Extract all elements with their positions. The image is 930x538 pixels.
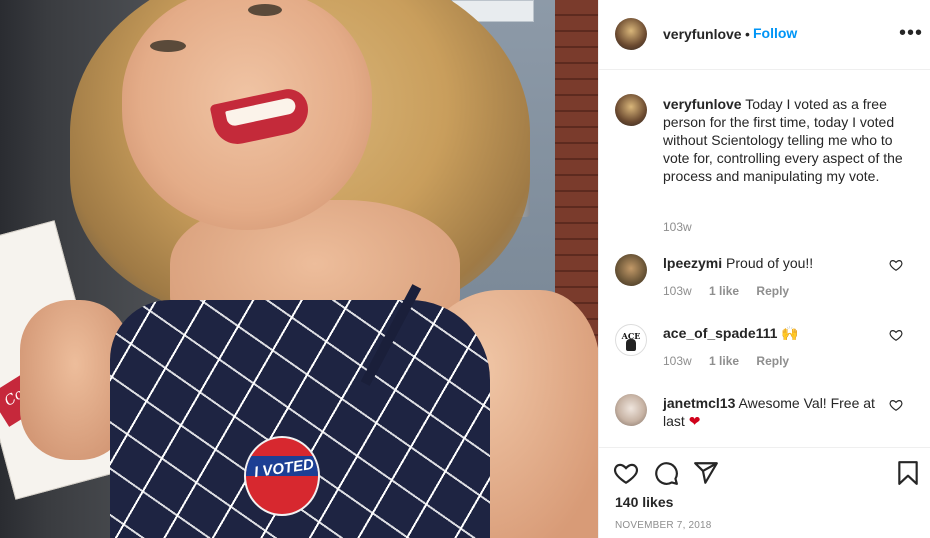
- author-username[interactable]: veryfunlove: [663, 26, 742, 42]
- commenter-avatar[interactable]: [615, 254, 647, 286]
- caption-time[interactable]: 103w: [663, 220, 692, 234]
- caption-body: veryfunlove Today I voted as a free pers…: [663, 95, 913, 185]
- comment-likes[interactable]: 1 like: [709, 284, 739, 298]
- comment-item: lpeezymi Proud of you!! 103w 1 like Repl…: [615, 254, 915, 314]
- comments-list[interactable]: veryfunlove Today I voted as a free pers…: [599, 70, 930, 446]
- voted-sticker: I VOTED: [244, 436, 320, 516]
- heart-icon[interactable]: [613, 460, 639, 486]
- comment-meta: 103w 1 like Reply: [663, 284, 803, 298]
- bookmark-icon[interactable]: [895, 460, 921, 486]
- more-options-icon[interactable]: •••: [899, 22, 923, 45]
- caption-avatar[interactable]: [615, 94, 647, 126]
- comment-time[interactable]: 103w: [663, 354, 692, 368]
- follow-button[interactable]: Follow: [753, 25, 797, 41]
- header-separator: •: [745, 26, 750, 42]
- comment-like-heart-icon[interactable]: [889, 328, 903, 342]
- post-side-panel: veryfunlove • Follow ••• veryfunlove Tod…: [598, 0, 930, 538]
- photo-eye-right: [248, 4, 282, 16]
- commenter-avatar[interactable]: [615, 394, 647, 426]
- comment-time[interactable]: 103w: [663, 284, 692, 298]
- comment-text: Proud of you!!: [726, 255, 814, 271]
- likes-count[interactable]: 140 likes: [615, 494, 673, 510]
- comment-body: lpeezymi Proud of you!!: [663, 254, 883, 272]
- comment-username[interactable]: janetmcl13: [663, 395, 735, 411]
- comment-icon[interactable]: [653, 460, 679, 486]
- comment-item: ACE ace_of_spade111 🙌 103w 1 like Reply: [615, 324, 915, 384]
- comment-item: janetmcl13 Awesome Val! Free at last ❤: [615, 394, 915, 446]
- commenter-avatar[interactable]: ACE: [615, 324, 647, 356]
- post-date[interactable]: NOVEMBER 7, 2018: [615, 520, 712, 531]
- comment-like-heart-icon[interactable]: [889, 398, 903, 412]
- comment-like-heart-icon[interactable]: [889, 258, 903, 272]
- red-heart-icon: ❤: [688, 413, 701, 429]
- avatar-skull-icon: [626, 339, 636, 351]
- reply-button[interactable]: Reply: [756, 284, 789, 298]
- reply-button[interactable]: Reply: [756, 354, 789, 368]
- comment-body: ace_of_spade111 🙌: [663, 324, 883, 342]
- comment-likes[interactable]: 1 like: [709, 354, 739, 368]
- comment-username[interactable]: lpeezymi: [663, 255, 722, 271]
- post-header: veryfunlove • Follow •••: [599, 0, 930, 70]
- post-photo[interactable]: Congratulations I VOTED: [0, 0, 598, 538]
- share-icon[interactable]: [693, 460, 719, 486]
- post-actions: 140 likes NOVEMBER 7, 2018: [599, 447, 930, 538]
- caption-username[interactable]: veryfunlove: [663, 96, 742, 112]
- photo-eye-left: [150, 40, 186, 52]
- raised-hands-icon: 🙌: [781, 325, 799, 341]
- comment-body: janetmcl13 Awesome Val! Free at last ❤: [663, 394, 883, 430]
- author-avatar[interactable]: [615, 18, 647, 50]
- comment-meta: 103w 1 like Reply: [663, 354, 803, 368]
- comment-username[interactable]: ace_of_spade111: [663, 325, 777, 341]
